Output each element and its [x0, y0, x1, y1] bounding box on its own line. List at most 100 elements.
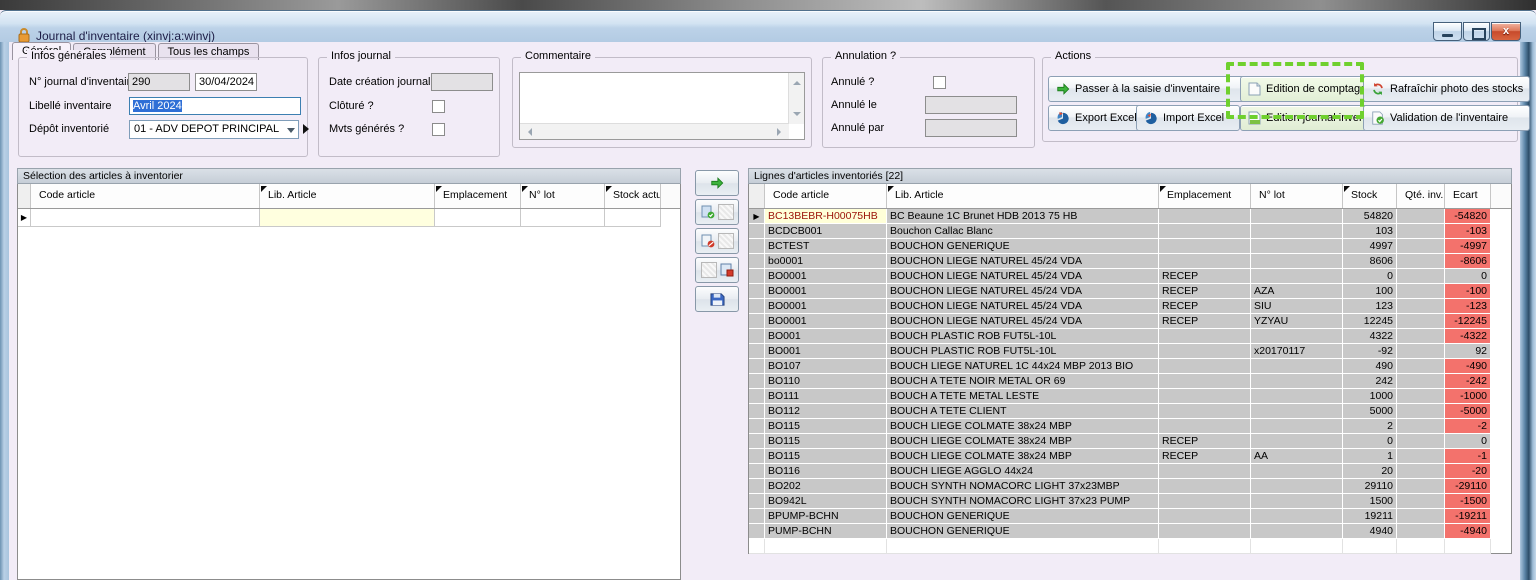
cell-lot[interactable] — [1251, 359, 1343, 374]
inventory-row[interactable]: BCDCB001Bouchon Callac Blanc103-103 — [749, 224, 1511, 239]
move-selected-button[interactable] — [695, 170, 739, 196]
inventory-row[interactable]: PUMP-BCHNBOUCHON GENERIQUE4940-4940 — [749, 524, 1511, 539]
cell-code[interactable]: BO0001 — [765, 269, 887, 284]
scroll-down-icon[interactable] — [793, 112, 801, 120]
inventory-row[interactable]: BO001BOUCH PLASTIC ROB FUT5L-10Lx2017011… — [749, 344, 1511, 359]
cell-stock[interactable]: 0 — [1343, 269, 1397, 284]
cell-emplacement[interactable]: RECEP — [1159, 299, 1251, 314]
header-code-article[interactable]: Code article — [31, 184, 260, 208]
cell-code[interactable]: BO115 — [765, 419, 887, 434]
cell-ecart[interactable]: -1000 — [1445, 389, 1491, 404]
cell-qte-inv[interactable] — [1397, 494, 1445, 509]
header-num-lot[interactable]: N° lot — [521, 184, 605, 208]
cell-emplacement[interactable]: RECEP — [1159, 434, 1251, 449]
cell-stock[interactable]: 100 — [1343, 284, 1397, 299]
cell-ecart[interactable]: -4322 — [1445, 329, 1491, 344]
cell-lot[interactable] — [1251, 374, 1343, 389]
cell-ecart[interactable]: 0 — [1445, 269, 1491, 284]
cell-qte-inv[interactable] — [1397, 314, 1445, 329]
cell-lib[interactable]: BOUCH PLASTIC ROB FUT5L-10L — [887, 344, 1159, 359]
cell-stock[interactable]: 2 — [1343, 419, 1397, 434]
cell-qte-inv[interactable] — [1397, 224, 1445, 239]
inventory-row[interactable]: BO115BOUCH LIEGE COLMATE 38x24 MBP2-2 — [749, 419, 1511, 434]
record-nav-arrow-icon[interactable] — [303, 124, 309, 134]
inventory-row[interactable]: BO0001BOUCHON LIEGE NATUREL 45/24 VDAREC… — [749, 299, 1511, 314]
cell-stock[interactable]: 4940 — [1343, 524, 1397, 539]
remove-lines-button[interactable] — [695, 228, 739, 254]
inventory-row[interactable]: bo0001BOUCHON LIEGE NATUREL 45/24 VDA860… — [749, 254, 1511, 269]
cell-ecart[interactable]: -1500 — [1445, 494, 1491, 509]
cell-code[interactable]: PUMP-BCHN — [765, 524, 887, 539]
cell-lib[interactable]: BOUCH LIEGE AGGLO 44x24 — [887, 464, 1159, 479]
cell-stock[interactable]: 103 — [1343, 224, 1397, 239]
cell-lib[interactable]: Bouchon Callac Blanc — [887, 224, 1159, 239]
cell-lot[interactable] — [1251, 479, 1343, 494]
cell-lot[interactable]: AA — [1251, 449, 1343, 464]
cell-lot[interactable] — [1251, 434, 1343, 449]
inventory-row[interactable]: BO112BOUCH A TETE CLIENT5000-5000 — [749, 404, 1511, 419]
cell-emplacement[interactable] — [1159, 209, 1251, 224]
vertical-scrollbar[interactable] — [788, 73, 804, 124]
cloture-checkbox[interactable] — [432, 100, 445, 113]
cell-lot[interactable]: x20170117 — [1251, 344, 1343, 359]
cell-emplacement[interactable] — [1159, 389, 1251, 404]
cell-emplacement[interactable] — [435, 209, 521, 227]
cell-stock[interactable]: 1000 — [1343, 389, 1397, 404]
cell-stock[interactable]: 1 — [1343, 449, 1397, 464]
inventory-row[interactable]: BO115BOUCH LIEGE COLMATE 38x24 MBPRECEPA… — [749, 449, 1511, 464]
cell-qte-inv[interactable] — [1397, 329, 1445, 344]
cell-lib[interactable] — [260, 209, 435, 227]
cell-code[interactable]: BO107 — [765, 359, 887, 374]
header-emplacement[interactable]: Emplacement — [1159, 184, 1251, 208]
maximize-button[interactable] — [1463, 22, 1490, 41]
cell-stock[interactable]: 242 — [1343, 374, 1397, 389]
header-ecart[interactable]: Ecart — [1445, 184, 1491, 208]
cell-code[interactable]: BO0001 — [765, 314, 887, 329]
cell-stock[interactable]: 5000 — [1343, 404, 1397, 419]
empty-row[interactable] — [749, 539, 1511, 554]
cell-lot[interactable] — [1251, 419, 1343, 434]
cell-lot[interactable] — [1251, 494, 1343, 509]
cell-lot[interactable] — [1251, 539, 1343, 554]
cell-ecart[interactable]: -29110 — [1445, 479, 1491, 494]
left-grid[interactable]: Code article Lib. Article Emplacement N°… — [17, 184, 681, 580]
cell-stock[interactable]: 123 — [1343, 299, 1397, 314]
cell-emplacement[interactable] — [1159, 539, 1251, 554]
header-stock[interactable]: Stock — [1343, 184, 1397, 208]
inventory-row[interactable]: BO0001BOUCHON LIEGE NATUREL 45/24 VDAREC… — [749, 269, 1511, 284]
cell-code[interactable]: BO110 — [765, 374, 887, 389]
cell-code[interactable]: BCDCB001 — [765, 224, 887, 239]
cell-code[interactable]: BCTEST — [765, 239, 887, 254]
cell-lib[interactable]: BOUCH LIEGE COLMATE 38x24 MBP — [887, 449, 1159, 464]
cell-lot[interactable] — [521, 209, 605, 227]
minimize-button[interactable] — [1433, 22, 1462, 41]
cell-lot[interactable] — [1251, 269, 1343, 284]
cell-qte-inv[interactable] — [1397, 239, 1445, 254]
cell-stock[interactable]: 54820 — [1343, 209, 1397, 224]
cell-code[interactable]: BO001 — [765, 329, 887, 344]
cell-lib[interactable]: BOUCH PLASTIC ROB FUT5L-10L — [887, 329, 1159, 344]
cell-ecart[interactable]: -19211 — [1445, 509, 1491, 524]
cell-lib[interactable]: BOUCHON LIEGE NATUREL 45/24 VDA — [887, 314, 1159, 329]
cell-emplacement[interactable] — [1159, 479, 1251, 494]
cell-code[interactable]: BO0001 — [765, 284, 887, 299]
cell-stock[interactable]: 4322 — [1343, 329, 1397, 344]
cell-lot[interactable] — [1251, 329, 1343, 344]
selection-empty-row[interactable]: ▶ — [18, 209, 680, 227]
cell-stock[interactable]: 4997 — [1343, 239, 1397, 254]
cell-ecart[interactable]: 92 — [1445, 344, 1491, 359]
cell-lib[interactable]: BC Beaune 1C Brunet HDB 2013 75 HB — [887, 209, 1159, 224]
cell-qte-inv[interactable] — [1397, 344, 1445, 359]
cell-ecart[interactable] — [1445, 539, 1491, 554]
cell-emplacement[interactable]: RECEP — [1159, 269, 1251, 284]
cell-code[interactable]: bo0001 — [765, 254, 887, 269]
cell-code[interactable]: BO0001 — [765, 299, 887, 314]
cell-qte-inv[interactable] — [1397, 254, 1445, 269]
cell-code[interactable] — [31, 209, 260, 227]
cell-lot[interactable]: SIU — [1251, 299, 1343, 314]
cell-qte-inv[interactable] — [1397, 359, 1445, 374]
cell-code[interactable]: BO111 — [765, 389, 887, 404]
cell-qte-inv[interactable] — [1397, 404, 1445, 419]
cell-stock[interactable]: 1500 — [1343, 494, 1397, 509]
cell-qte-inv[interactable] — [1397, 389, 1445, 404]
